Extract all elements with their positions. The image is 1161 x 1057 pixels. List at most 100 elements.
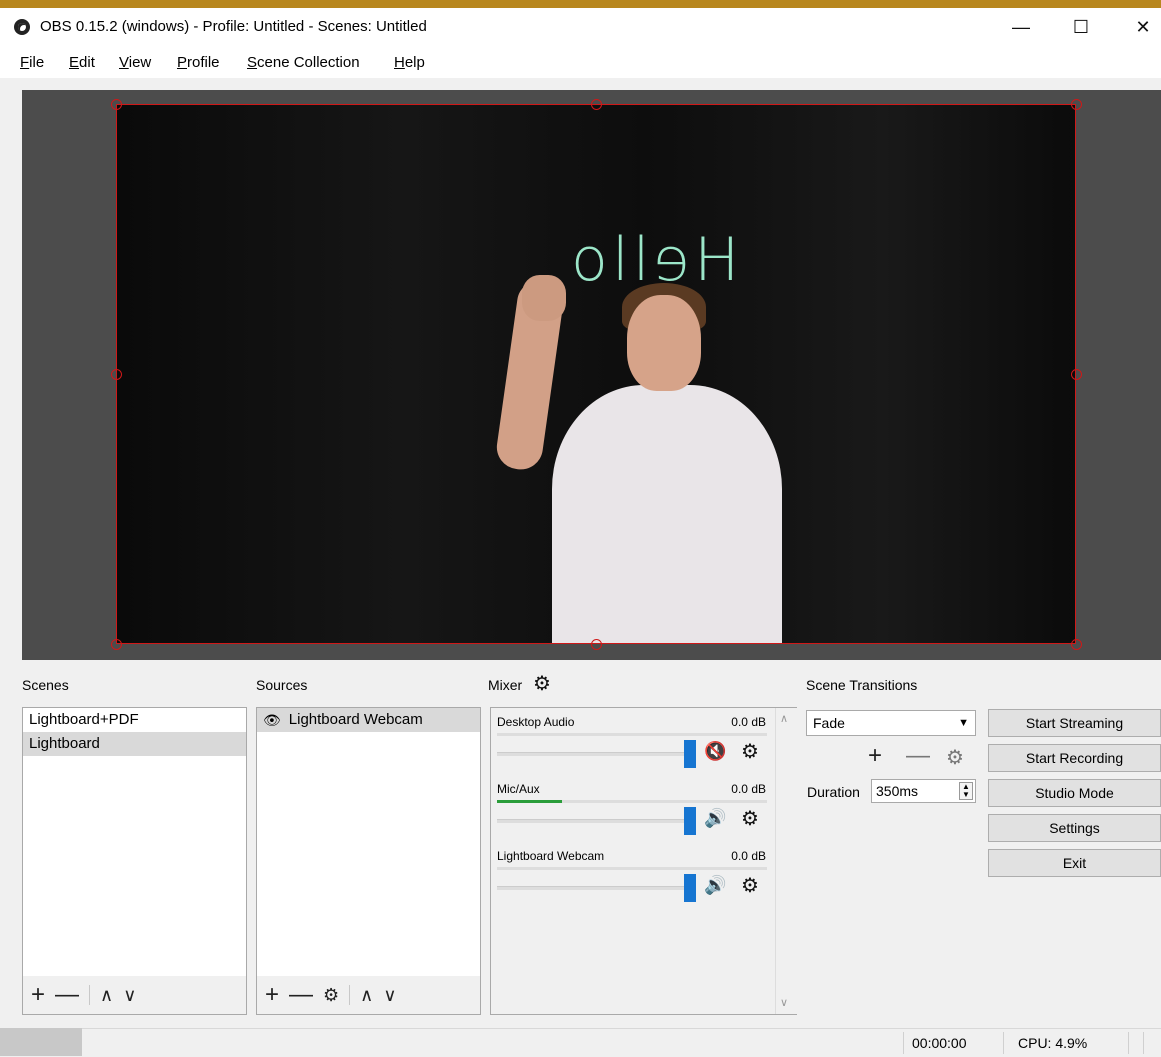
menu-scene-collection[interactable]: Scene Collection (247, 54, 360, 71)
minimize-button[interactable]: — (998, 8, 1044, 46)
volume-meter (497, 867, 767, 870)
menu-file[interactable]: File (20, 54, 44, 71)
channel-db: 0.0 dB (731, 849, 766, 863)
scenes-label: Scenes (22, 677, 69, 693)
speaker-icon[interactable]: 🔊 (704, 875, 726, 896)
transition-properties-gear-icon[interactable]: ⚙ (946, 745, 964, 770)
duration-label: Duration (807, 784, 860, 800)
mixer-gear-icon[interactable]: ⚙ (533, 671, 551, 696)
presenter-body (552, 385, 782, 643)
dropdown-arrow-icon: ▼ (958, 717, 969, 729)
mixer-scrollbar[interactable]: ∧ ∨ (775, 708, 797, 1014)
presenter-hand (522, 275, 566, 321)
muted-speaker-icon[interactable]: 🔇 (704, 741, 726, 762)
duration-spinbox[interactable]: 350ms ▲ ▼ (871, 779, 976, 803)
transition-select[interactable]: Fade ▼ (806, 710, 976, 736)
channel-gear-icon[interactable]: ⚙ (741, 873, 759, 898)
transition-select-value: Fade (813, 715, 845, 731)
resize-handle-top-right[interactable] (1071, 99, 1082, 110)
add-transition-icon[interactable]: + (868, 742, 882, 770)
channel-name: Desktop Audio (497, 715, 575, 729)
status-time: 00:00:00 (912, 1035, 967, 1051)
move-source-up-icon[interactable]: ∧ (360, 986, 373, 1004)
window-title: OBS 0.15.2 (windows) - Profile: Untitled… (40, 18, 427, 35)
menu-edit[interactable]: Edit (69, 54, 95, 71)
scene-transitions-label: Scene Transitions (806, 677, 918, 693)
scene-item-selected[interactable]: Lightboard (23, 732, 246, 756)
menu-help[interactable]: Help (394, 54, 425, 71)
sources-label: Sources (256, 677, 308, 693)
sources-list[interactable]: 👁 Lightboard Webcam (256, 707, 481, 1015)
remove-scene-icon[interactable]: — (55, 983, 79, 1007)
channel-db: 0.0 dB (731, 715, 766, 729)
resize-handle-bottom-right[interactable] (1071, 639, 1082, 650)
status-separator (1128, 1032, 1129, 1054)
exit-button[interactable]: Exit (988, 849, 1161, 877)
speaker-icon[interactable]: 🔊 (704, 808, 726, 829)
move-scene-down-icon[interactable]: ∨ (123, 986, 136, 1004)
add-scene-icon[interactable]: + (31, 983, 45, 1007)
source-properties-gear-icon[interactable]: ⚙ (323, 986, 339, 1004)
resize-handle-left[interactable] (111, 369, 122, 380)
resize-handle-top[interactable] (591, 99, 602, 110)
volume-slider-knob[interactable] (684, 807, 696, 835)
title-bar: OBS 0.15.2 (windows) - Profile: Untitled… (0, 8, 1161, 46)
status-separator (903, 1032, 904, 1054)
scroll-up-arrow-icon[interactable]: ∧ (780, 712, 788, 725)
status-separator (1143, 1032, 1144, 1054)
meter-level (497, 800, 562, 803)
scenes-toolbar: + — ∧ ∨ (23, 976, 246, 1014)
start-recording-button[interactable]: Start Recording (988, 744, 1161, 772)
volume-slider-knob[interactable] (684, 740, 696, 768)
channel-gear-icon[interactable]: ⚙ (741, 739, 759, 764)
taskbar-edge (0, 1028, 82, 1056)
spin-arrows-icon[interactable]: ▲ ▼ (959, 782, 973, 800)
volume-meter (497, 733, 767, 736)
duration-value: 350ms (876, 783, 919, 799)
volume-slider-track[interactable] (497, 752, 692, 756)
obs-logo-icon (14, 19, 30, 35)
close-button[interactable]: ✕ (1120, 8, 1161, 46)
resize-handle-right[interactable] (1071, 369, 1082, 380)
resize-handle-bottom-left[interactable] (111, 639, 122, 650)
menu-bar: File Edit View Profile Scene Collection … (0, 46, 1161, 78)
scene-item[interactable]: Lightboard+PDF (23, 708, 246, 732)
add-source-icon[interactable]: + (265, 983, 279, 1007)
eye-visibility-icon[interactable]: 👁 (263, 708, 281, 732)
toolbar-separator (349, 985, 351, 1005)
channel-db: 0.0 dB (731, 782, 766, 796)
move-scene-up-icon[interactable]: ∧ (100, 986, 113, 1004)
resize-handle-top-left[interactable] (111, 99, 122, 110)
mixer-label: Mixer (488, 677, 523, 693)
window-top-accent (0, 0, 1161, 8)
scroll-down-arrow-icon[interactable]: ∨ (780, 996, 788, 1009)
resize-handle-bottom[interactable] (591, 639, 602, 650)
channel-name: Mic/Aux (497, 782, 540, 796)
channel-name: Lightboard Webcam (497, 849, 605, 863)
sources-toolbar: + — ⚙ ∧ ∨ (257, 976, 480, 1014)
channel-gear-icon[interactable]: ⚙ (741, 806, 759, 831)
presenter-head (627, 295, 701, 391)
volume-slider-track[interactable] (497, 886, 692, 890)
remove-source-icon[interactable]: — (289, 983, 313, 1007)
start-streaming-button[interactable]: Start Streaming (988, 709, 1161, 737)
studio-mode-button[interactable]: Studio Mode (988, 779, 1161, 807)
settings-button[interactable]: Settings (988, 814, 1161, 842)
move-source-down-icon[interactable]: ∨ (383, 986, 396, 1004)
volume-meter (497, 800, 767, 803)
status-bar: 00:00:00 CPU: 4.9% (0, 1028, 1161, 1057)
source-item-label: Lightboard Webcam (288, 711, 423, 728)
source-item[interactable]: 👁 Lightboard Webcam (257, 708, 480, 732)
status-separator (1003, 1032, 1004, 1054)
volume-slider-track[interactable] (497, 819, 692, 823)
menu-profile[interactable]: Profile (177, 54, 220, 71)
status-cpu: CPU: 4.9% (1018, 1035, 1088, 1051)
preview-canvas-webcam-source[interactable]: Hello (116, 104, 1076, 644)
mixer-panel: Desktop Audio 0.0 dB 🔇 ⚙ Mic/Aux 0.0 dB … (490, 707, 797, 1015)
menu-view[interactable]: View (119, 54, 151, 71)
scenes-list[interactable]: Lightboard+PDF Lightboard (22, 707, 247, 1015)
maximize-button[interactable]: ☐ (1058, 8, 1104, 46)
volume-slider-knob[interactable] (684, 874, 696, 902)
toolbar-separator (89, 985, 91, 1005)
remove-transition-icon[interactable]: — (906, 742, 930, 770)
